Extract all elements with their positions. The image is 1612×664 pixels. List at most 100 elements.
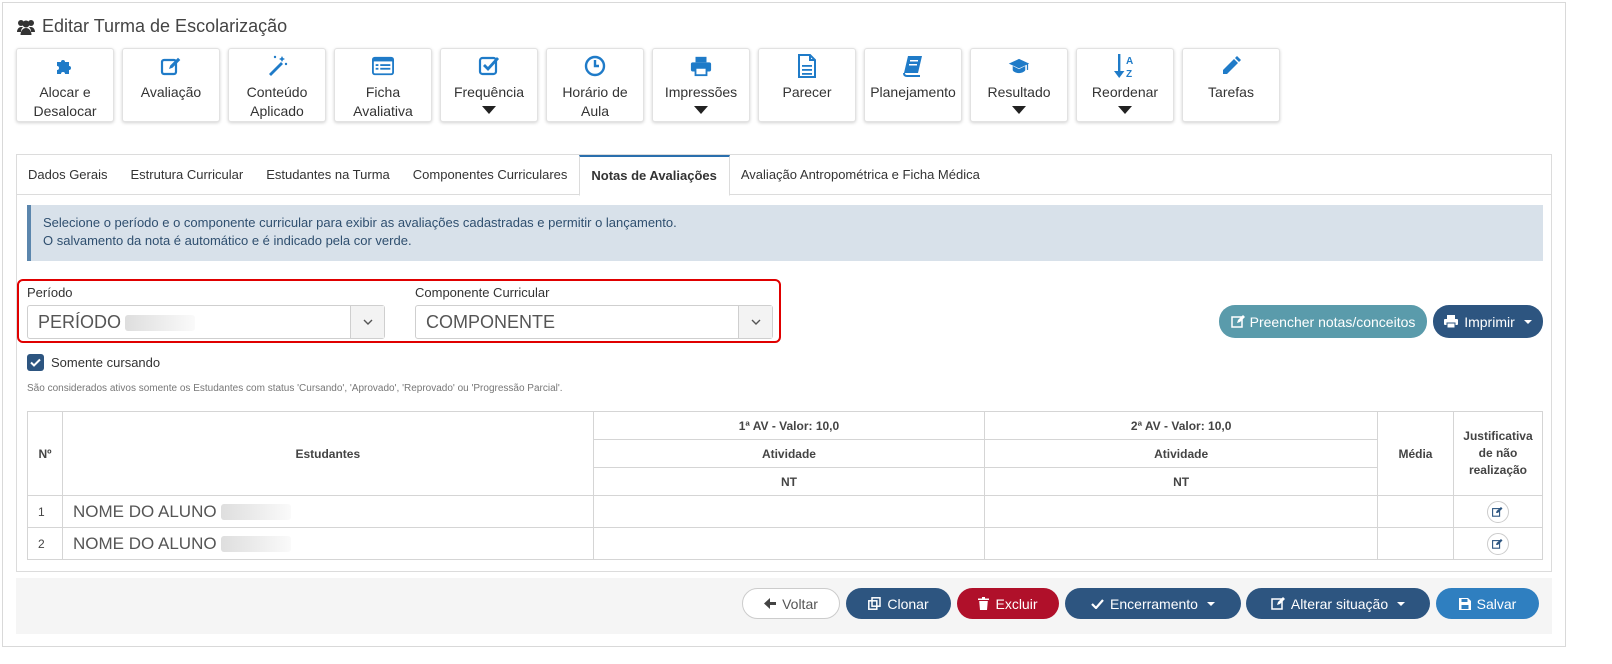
col-header-media: Média [1377,411,1454,496]
toolbar-button-list-alt[interactable]: Ficha Avaliativa [334,48,432,122]
fill-grades-button[interactable]: Preencher notas/conceitos [1219,305,1427,338]
clone-button[interactable]: Clonar [846,588,951,619]
save-label: Salvar [1476,595,1517,612]
svg-text:A: A [1126,56,1133,67]
redacted-blur [220,504,291,521]
tab-avaliacao-antropometrica-e-ficha-medica[interactable]: Avaliação Antropométrica e Ficha Médica [730,155,992,195]
alert-line-2: O salvamento da nota é automático e é in… [43,233,412,248]
redacted-blur [220,536,291,553]
toolbar-button-label: Avaliação [140,84,202,100]
col-header-av1: 1ª AV - Valor: 10,0 [592,411,986,440]
toolbar-button-file-text[interactable]: Parecer [758,48,856,122]
period-select[interactable]: PERÍODO [27,305,385,339]
tab-dados-gerais[interactable]: Dados Gerais [17,155,119,195]
caret-down-icon [1118,106,1132,114]
grade-cell-av1[interactable] [592,495,986,528]
fill-grades-label: Preencher notas/conceitos [1249,313,1416,330]
period-value: PERÍODO [28,312,350,333]
back-button[interactable]: Voltar [742,588,840,619]
student-name: NOME DO ALUNO [61,527,594,560]
toolbar-button-book[interactable]: Planejamento [864,48,962,122]
chevron-down-icon[interactable] [350,306,384,338]
check-square-icon [478,55,500,77]
toolbar: Alocar e Desalocar Avaliação Conteúdo Apli… [16,48,1280,122]
student-name: NOME DO ALUNO [61,495,594,528]
footer-bar: Voltar Clonar Excluir Encerramento Alter… [16,578,1552,634]
back-label: Voltar [782,595,818,612]
grade-cell-av2[interactable] [984,495,1378,528]
clone-label: Clonar [887,595,929,612]
toolbar-button-edit[interactable]: Avaliação [122,48,220,122]
col-header-students: Estudantes [61,411,594,496]
justification-edit-button[interactable] [1486,532,1509,555]
tab-bar: Dados Gerais Estrutura Curricular Estudant… [17,155,1551,196]
toolbar-button-check-square[interactable]: Frequência [440,48,538,122]
status-note: São considerados ativos somente os Estud… [27,383,563,394]
caret-down-icon [482,106,496,114]
col-header-nt-1: NT [592,467,986,496]
sort-alpha-icon: AZ [1114,54,1136,79]
save-button[interactable]: Salvar [1436,588,1539,619]
period-label: Período [27,285,73,300]
tab-estrutura-curricular[interactable]: Estrutura Curricular [119,155,255,195]
closing-button[interactable]: Encerramento [1065,588,1241,619]
toolbar-button-clock[interactable]: Horário de Aula [546,48,644,122]
chevron-down-icon[interactable] [738,306,772,338]
only-enrolled-checkbox[interactable] [27,354,44,371]
change-status-button[interactable]: Alterar situação [1246,588,1430,619]
toolbar-button-label: Reordenar [1091,84,1159,100]
toolbar-button-label: Tarefas [1208,84,1254,100]
page-title-text: Editar Turma de Escolarização [42,16,288,36]
col-header-num: Nº [27,411,63,496]
edit-icon [1230,315,1245,328]
only-enrolled-label: Somente cursando [51,355,161,370]
toolbar-button-pencil[interactable]: Tarefas [1182,48,1280,122]
closing-label: Encerramento [1110,595,1198,612]
edit-icon [1492,506,1503,517]
print-button[interactable]: Imprimir [1433,305,1543,338]
printer-icon [690,55,712,77]
average-cell [1377,527,1454,560]
svg-text:Z: Z [1126,69,1132,79]
component-select[interactable]: COMPONENTE [415,305,773,339]
tab-estudantes-na-turma[interactable]: Estudantes na Turma [255,155,402,195]
toolbar-button-magic-wand[interactable]: Conteúdo Aplicado [228,48,326,122]
toolbar-button-printer[interactable]: Impressões [652,48,750,122]
alert-line-1: Selecione o período e o componente curri… [43,215,677,230]
col-header-av2: 2ª AV - Valor: 10,0 [984,411,1378,440]
only-enrolled-row: Somente cursando [27,354,160,371]
col-header-activity-2: Atividade [984,439,1378,468]
caret-down-icon [694,106,708,114]
change-status-label: Alterar situação [1290,595,1389,612]
toolbar-button-label: Resultado [987,84,1051,100]
col-header-justification: Justificativa de não realização [1452,411,1544,496]
row-number: 2 [27,527,63,560]
grade-cell-av1[interactable] [592,527,986,560]
caret-down-icon [1012,106,1026,114]
grade-cell-av2[interactable] [984,527,1378,560]
printer-icon [1444,315,1459,328]
component-label: Componente Curricular [415,285,550,300]
tab-notas-de-avaliacoes[interactable]: Notas de Avaliações [579,155,730,196]
puzzle-icon [54,55,76,77]
print-label: Imprimir [1464,313,1515,330]
delete-button[interactable]: Excluir [957,588,1059,619]
justification-edit-button[interactable] [1486,500,1509,523]
caret-down-icon [1397,601,1406,606]
content-panel: Dados Gerais Estrutura Curricular Estudant… [16,154,1552,572]
delete-label: Excluir [995,595,1038,612]
edit-icon [1492,538,1503,549]
table-row: 2 NOME DO ALUNO [27,527,1544,560]
toolbar-button-label: Parecer [782,84,832,100]
toolbar-button-sort-alpha[interactable]: A Z Reordenar [1076,48,1174,122]
filter-highlight-box: Período PERÍODO Componente Curricular CO… [17,279,781,343]
toolbar-button-graduation-cap[interactable]: Resultado [970,48,1068,122]
list-alt-icon [372,55,394,77]
file-text-icon [796,54,818,78]
book-icon [902,55,924,77]
toolbar-button-puzzle[interactable]: Alocar e Desalocar [16,48,114,122]
page-title: Editar Turma de Escolarização [16,16,287,37]
caret-down-icon [1206,601,1215,606]
clock-icon [584,55,606,77]
tab-componentes-curriculares[interactable]: Componentes Curriculares [402,155,580,195]
